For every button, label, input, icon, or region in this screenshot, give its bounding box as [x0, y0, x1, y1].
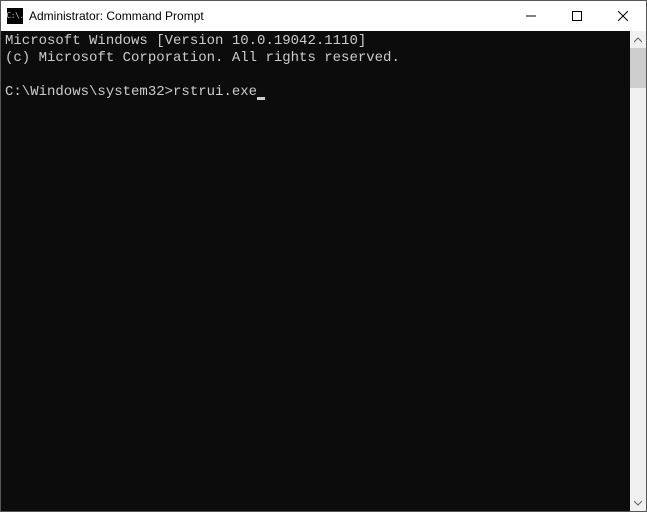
scrollbar-down-button[interactable]: [630, 494, 646, 511]
terminal-prompt: C:\Windows\system32>: [5, 84, 173, 100]
terminal-line-2: (c) Microsoft Corporation. All rights re…: [5, 50, 400, 66]
window-title: Administrator: Command Prompt: [29, 9, 508, 23]
cursor-icon: [257, 97, 265, 100]
minimize-icon: [526, 11, 536, 21]
scrollbar-up-button[interactable]: [630, 31, 646, 48]
minimize-button[interactable]: [508, 1, 554, 31]
maximize-button[interactable]: [554, 1, 600, 31]
titlebar[interactable]: C:\. Administrator: Command Prompt: [1, 1, 646, 31]
close-button[interactable]: [600, 1, 646, 31]
scrollbar[interactable]: [630, 31, 646, 511]
terminal-command: rstrui.exe: [173, 84, 257, 100]
close-icon: [618, 11, 628, 21]
terminal[interactable]: Microsoft Windows [Version 10.0.19042.11…: [1, 31, 630, 511]
titlebar-controls: [508, 1, 646, 31]
terminal-wrapper: Microsoft Windows [Version 10.0.19042.11…: [1, 31, 646, 511]
chevron-up-icon: [634, 36, 642, 44]
maximize-icon: [572, 11, 582, 21]
chevron-down-icon: [634, 499, 642, 507]
command-prompt-window: C:\. Administrator: Command Prompt Micro…: [0, 0, 647, 512]
app-icon-text: C:\.: [6, 12, 23, 20]
terminal-line-1: Microsoft Windows [Version 10.0.19042.11…: [5, 33, 366, 49]
scrollbar-thumb[interactable]: [630, 48, 646, 88]
app-icon: C:\.: [7, 8, 23, 24]
scrollbar-track[interactable]: [630, 48, 646, 494]
